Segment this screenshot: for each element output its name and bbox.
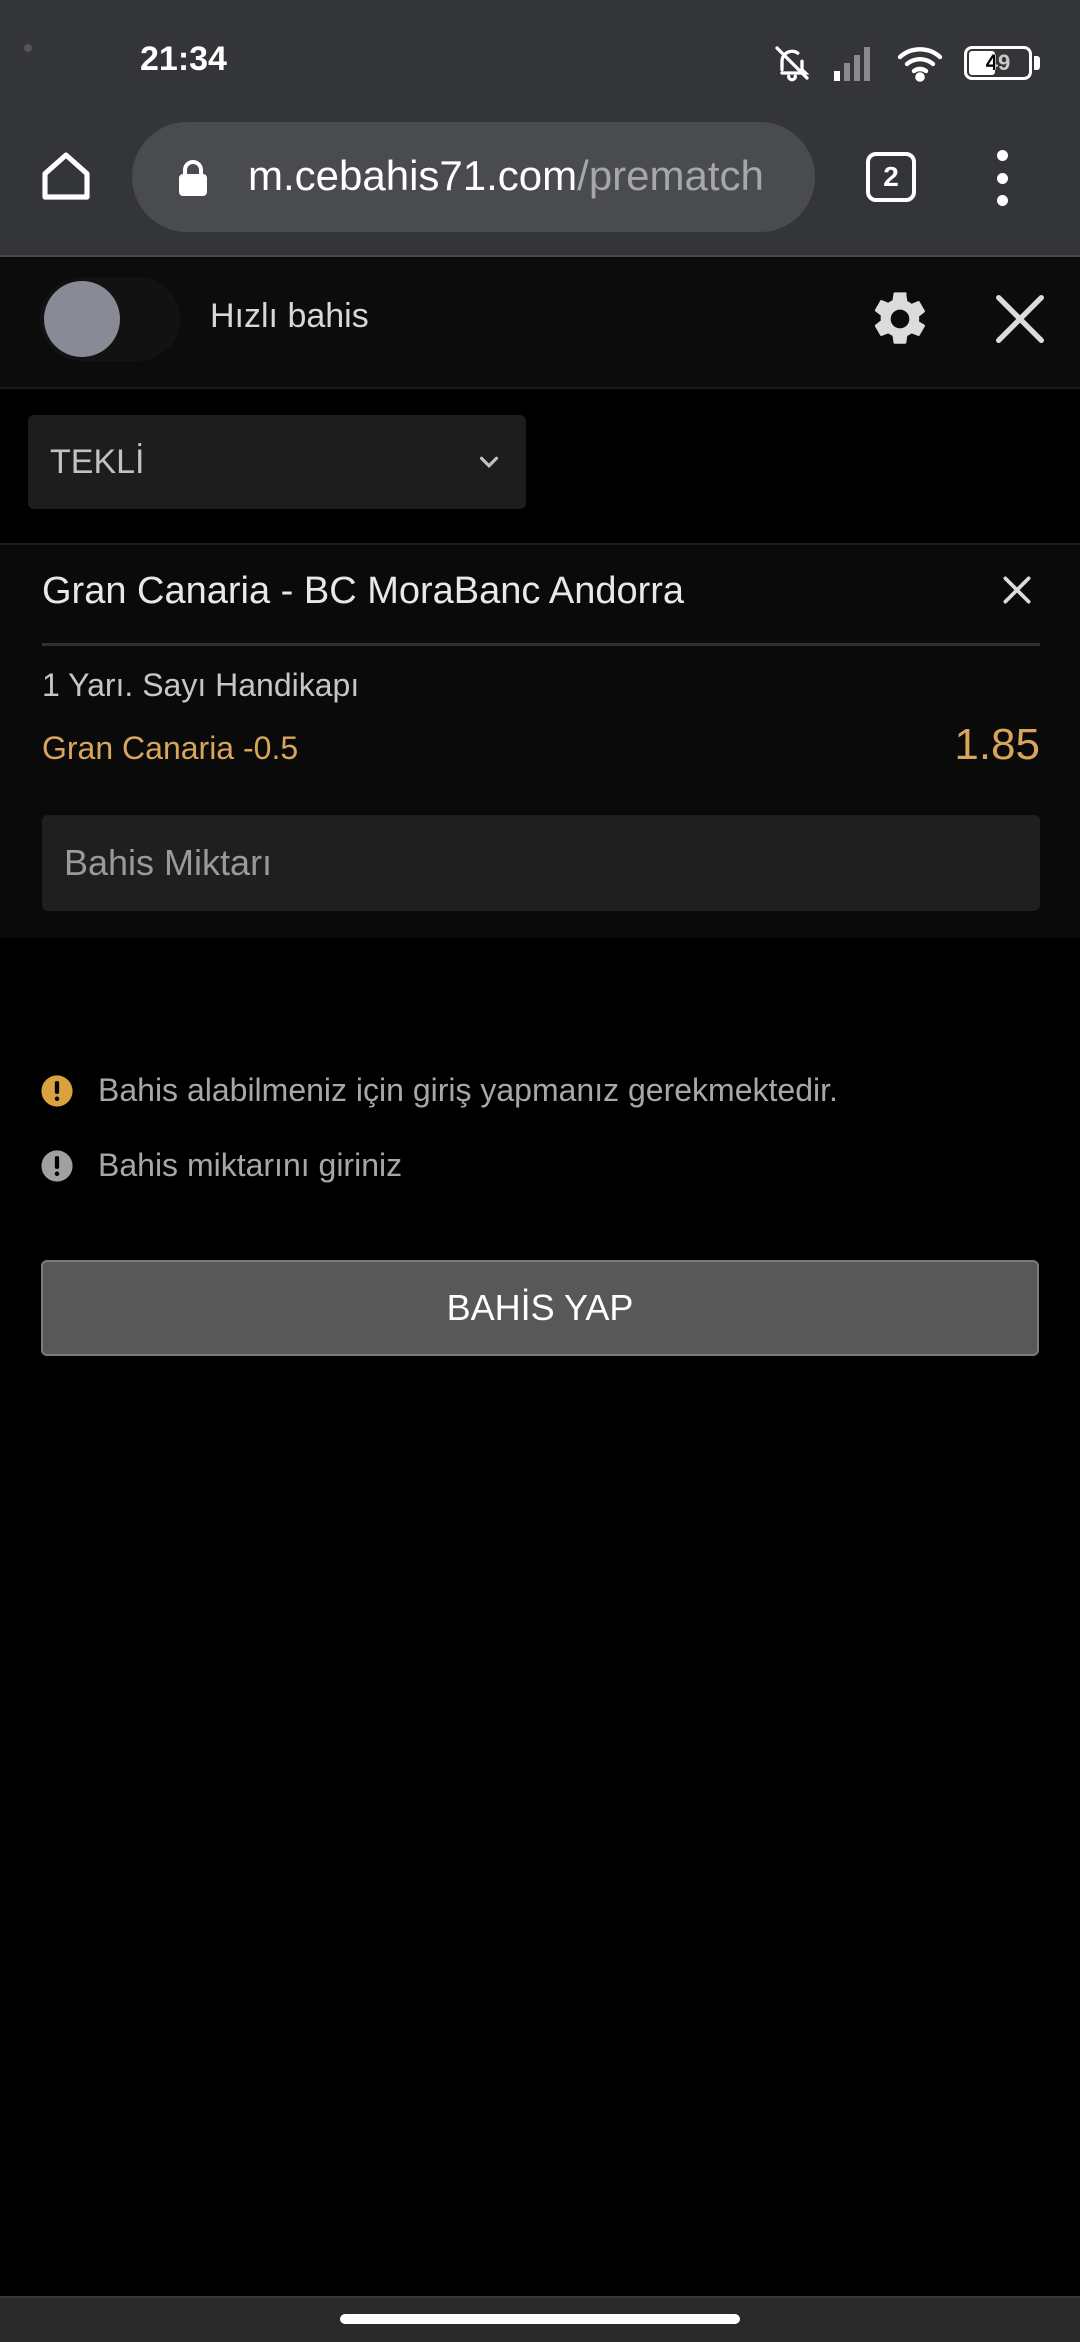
close-icon[interactable] — [988, 287, 1052, 351]
remove-bet-icon[interactable] — [997, 570, 1037, 610]
home-indicator[interactable] — [340, 2314, 740, 2324]
gesture-nav-bar — [0, 2296, 1080, 2342]
tab-switcher-button[interactable]: 2 — [866, 152, 916, 202]
login-required-message: Bahis alabilmeniz için giriş yapmanız ge… — [40, 1072, 838, 1109]
gear-icon[interactable] — [868, 287, 932, 351]
info-icon — [41, 1149, 73, 1182]
home-button[interactable] — [34, 144, 98, 208]
bet-type-value: TEKLİ — [50, 443, 145, 481]
selection-name: Gran Canaria -0.5 — [42, 730, 299, 766]
battery-icon: 49 — [964, 46, 1032, 80]
divider — [42, 643, 1040, 646]
browser-menu-button[interactable] — [986, 150, 1018, 206]
browser-toolbar: m.cebahis71.com/prematch 2 — [0, 120, 1080, 257]
cellular-signal-icon — [834, 47, 870, 81]
place-bet-button[interactable]: BAHİS YAP — [41, 1260, 1039, 1356]
market-name: 1 Yarı. Sayı Handikapı — [42, 667, 360, 703]
bet-type-select[interactable]: TEKLİ — [28, 415, 526, 509]
betslip-header: Hızlı bahis — [0, 257, 1080, 389]
match-title: Gran Canaria - BC MoraBanc Andorra — [42, 570, 685, 612]
bell-off-icon — [775, 46, 810, 82]
stake-required-message: Bahis miktarını giriniz — [40, 1147, 402, 1184]
warning-icon — [41, 1074, 73, 1107]
status-bar: 21:34 49 — [0, 0, 1080, 120]
lock-icon — [179, 160, 207, 196]
url-domain: m.cebahis71.com — [248, 152, 578, 199]
url-text: m.cebahis71.com/prematch — [248, 152, 764, 200]
url-bar[interactable]: m.cebahis71.com/prematch — [132, 122, 815, 232]
stake-input[interactable] — [42, 815, 1040, 911]
bet-card: Gran Canaria - BC MoraBanc Andorra 1 Yar… — [0, 545, 1080, 938]
notification-dot — [24, 44, 32, 52]
message-text: Bahis miktarını giriniz — [98, 1147, 403, 1183]
quick-bet-label: Hızlı bahis — [210, 297, 369, 335]
url-path: /prematch — [577, 152, 764, 199]
status-icons: 49 — [772, 38, 1040, 88]
battery-level: 49 — [985, 50, 1011, 75]
home-icon — [42, 152, 90, 200]
wifi-icon — [897, 47, 943, 82]
odds-value: 1.85 — [954, 720, 1040, 769]
chevron-down-icon — [479, 456, 499, 468]
status-time: 21:34 — [140, 40, 227, 78]
quick-bet-toggle[interactable] — [40, 277, 180, 361]
toggle-knob — [44, 281, 120, 357]
message-text: Bahis alabilmeniz için giriş yapmanız ge… — [98, 1072, 838, 1108]
